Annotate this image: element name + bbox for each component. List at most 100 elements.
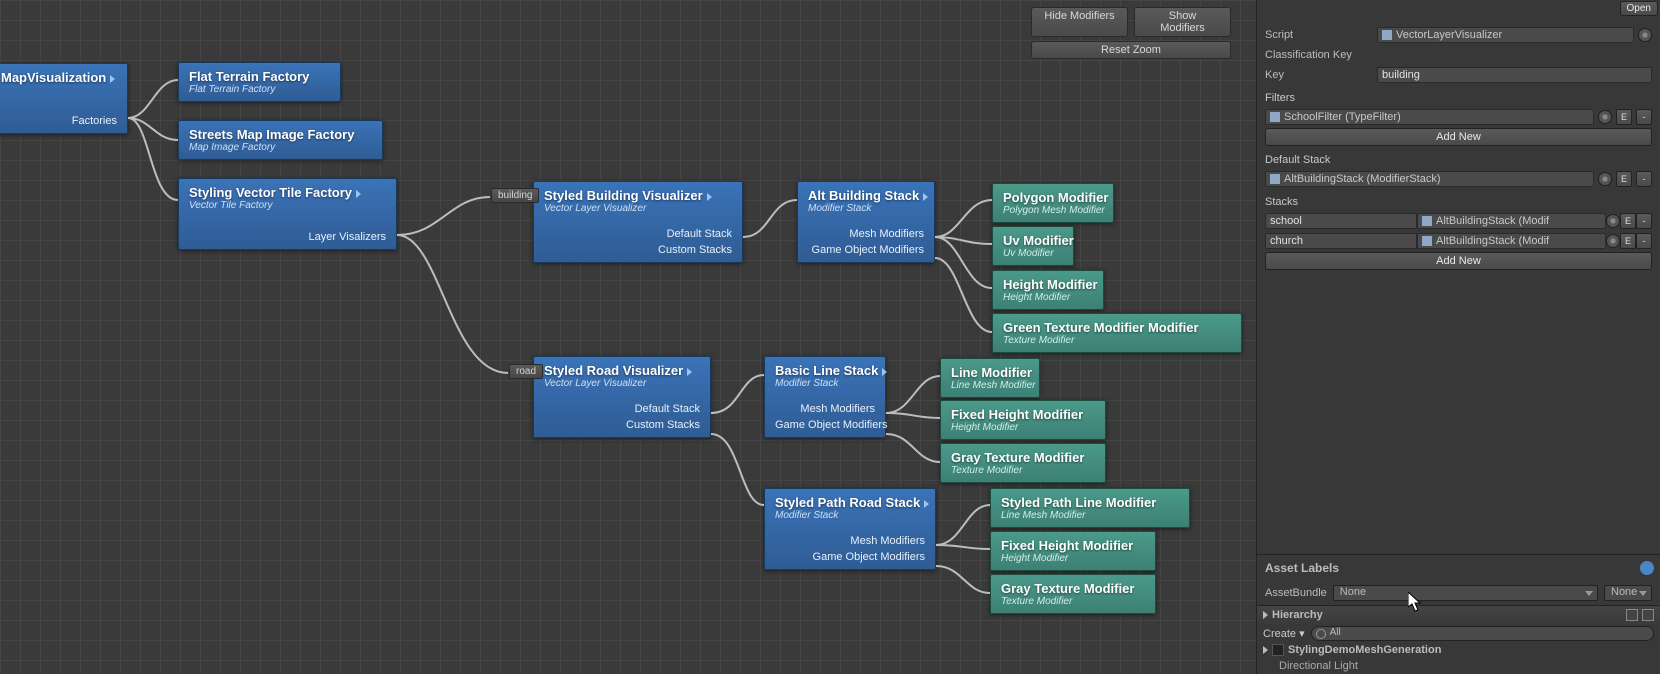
remove-button[interactable]: -	[1636, 213, 1652, 229]
panel-options-icon[interactable]	[1642, 609, 1654, 621]
stack-field-0[interactable]: AltBuildingStack (Modif	[1417, 213, 1606, 229]
object-picker-icon[interactable]	[1598, 172, 1612, 186]
node-subtitle: Vector Tile Factory	[189, 200, 386, 211]
remove-button[interactable]: -	[1636, 171, 1652, 187]
node-subtitle: Height Modifier	[1001, 553, 1145, 564]
add-new-filter-button[interactable]: Add New	[1265, 128, 1652, 146]
scene-row[interactable]: StylingDemoMeshGeneration	[1257, 642, 1660, 658]
node-title: Uv Modifier	[1003, 233, 1063, 248]
node-polygon-modifier[interactable]: Polygon Modifier Polygon Mesh Modifier	[992, 183, 1114, 223]
node-line-modifier[interactable]: Line Modifier Line Mesh Modifier	[940, 358, 1040, 398]
hierarchy-title: Hierarchy	[1272, 609, 1323, 621]
node-output-mesh-modifiers[interactable]: Mesh Modifiers	[775, 535, 925, 547]
create-dropdown[interactable]: Create ▾	[1263, 627, 1305, 640]
remove-button[interactable]: -	[1636, 109, 1652, 125]
node-styled-path-line-modifier[interactable]: Styled Path Line Modifier Line Mesh Modi…	[990, 488, 1190, 528]
object-picker-icon[interactable]	[1606, 214, 1620, 228]
node-output-custom-stacks[interactable]: Custom Stacks	[544, 419, 700, 431]
node-subtitle: Height Modifier	[1003, 292, 1093, 303]
node-title: MapVisualization	[1, 70, 106, 85]
node-title: Fixed Height Modifier	[951, 407, 1095, 422]
object-picker-icon[interactable]	[1638, 28, 1652, 42]
node-styling-vector-tile-factory[interactable]: Styling Vector Tile Factory Vector Tile …	[178, 178, 397, 250]
script-icon	[1382, 30, 1392, 40]
node-gray-texture-modifier-1[interactable]: Gray Texture Modifier Texture Modifier	[940, 443, 1106, 483]
node-title: Styled Path Road Stack	[775, 495, 920, 510]
asset-icon	[1270, 112, 1280, 122]
node-styled-path-road-stack[interactable]: Styled Path Road Stack Modifier Stack Me…	[764, 488, 936, 570]
node-subtitle: Texture Modifier	[1001, 596, 1145, 607]
node-output-factories[interactable]: Factories	[1, 115, 117, 127]
node-output-default-stack[interactable]: Default Stack	[544, 403, 700, 415]
edit-button[interactable]: E	[1620, 213, 1636, 229]
node-subtitle: Uv Modifier	[1003, 248, 1063, 259]
assetbundle-row: AssetBundle None None	[1257, 581, 1660, 605]
hierarchy-tab[interactable]: Hierarchy	[1257, 606, 1660, 624]
asset-icon	[1270, 174, 1280, 184]
node-styled-building-visualizer[interactable]: Styled Building Visualizer Vector Layer …	[533, 181, 743, 263]
search-icon	[1316, 629, 1326, 639]
node-fixed-height-modifier-1[interactable]: Fixed Height Modifier Height Modifier	[940, 400, 1106, 440]
add-new-stack-button[interactable]: Add New	[1265, 252, 1652, 270]
triangle-down-icon	[1263, 646, 1268, 654]
port-label-road: road	[509, 364, 543, 379]
assetbundle-variant-dropdown[interactable]: None	[1604, 585, 1652, 601]
chevron-right-icon	[924, 500, 929, 508]
object-picker-icon[interactable]	[1606, 234, 1620, 248]
node-output-gameobject-modifiers[interactable]: Game Object Modifiers	[775, 419, 875, 431]
node-graph-canvas[interactable]: Hide Modifiers Show Modifiers Reset Zoom	[0, 0, 1256, 674]
stack-value-0: AltBuildingStack (Modif	[1436, 215, 1549, 227]
node-output-custom-stacks[interactable]: Custom Stacks	[544, 244, 732, 256]
triangle-right-icon	[1263, 611, 1268, 619]
edit-button[interactable]: E	[1620, 233, 1636, 249]
key-input[interactable]	[1377, 67, 1652, 83]
default-stack-field[interactable]: AltBuildingStack (ModifierStack)	[1265, 171, 1594, 187]
show-modifiers-button[interactable]: Show Modifiers	[1134, 7, 1231, 37]
filter-value: SchoolFilter (TypeFilter)	[1284, 111, 1401, 123]
asset-icon	[1422, 236, 1432, 246]
node-output-gameobject-modifiers[interactable]: Game Object Modifiers	[775, 551, 925, 563]
node-output-layer-visualizers[interactable]: Layer Visalizers	[189, 231, 386, 243]
assetbundle-name-dropdown[interactable]: None	[1333, 585, 1598, 601]
node-fixed-height-modifier-2[interactable]: Fixed Height Modifier Height Modifier	[990, 531, 1156, 571]
node-title: Alt Building Stack	[808, 188, 919, 203]
node-output-gameobject-modifiers[interactable]: Game Object Modifiers	[808, 244, 924, 256]
node-styled-road-visualizer[interactable]: Styled Road Visualizer Vector Layer Visu…	[533, 356, 711, 438]
node-height-modifier[interactable]: Height Modifier Height Modifier	[992, 270, 1104, 310]
node-green-texture-modifier[interactable]: Green Texture Modifier Modifier Texture …	[992, 313, 1242, 353]
node-output-mesh-modifiers[interactable]: Mesh Modifiers	[808, 228, 924, 240]
node-uv-modifier[interactable]: Uv Modifier Uv Modifier	[992, 226, 1074, 266]
hierarchy-panel: Hierarchy Create ▾ All StylingDemoMeshGe…	[1257, 605, 1660, 674]
reset-zoom-button[interactable]: Reset Zoom	[1031, 41, 1231, 59]
node-flat-terrain-factory[interactable]: Flat Terrain Factory Flat Terrain Factor…	[178, 62, 341, 102]
tag-icon[interactable]	[1640, 561, 1654, 575]
node-output-default-stack[interactable]: Default Stack	[544, 228, 732, 240]
open-button[interactable]: Open	[1620, 1, 1658, 16]
search-placeholder: All	[1330, 627, 1341, 638]
edit-button[interactable]: E	[1616, 171, 1632, 187]
filter-field-0[interactable]: SchoolFilter (TypeFilter)	[1265, 109, 1594, 125]
chevron-right-icon	[687, 368, 692, 376]
chevron-right-icon	[356, 190, 361, 198]
stack-key-input-0[interactable]	[1265, 213, 1417, 229]
node-output-mesh-modifiers[interactable]: Mesh Modifiers	[775, 403, 875, 415]
hierarchy-item[interactable]: Directional Light	[1257, 658, 1660, 674]
node-basic-line-stack[interactable]: Basic Line Stack Modifier Stack Mesh Mod…	[764, 356, 886, 438]
object-picker-icon[interactable]	[1598, 110, 1612, 124]
edit-button[interactable]: E	[1616, 109, 1632, 125]
stack-key-input-1[interactable]	[1265, 233, 1417, 249]
hide-modifiers-button[interactable]: Hide Modifiers	[1031, 7, 1128, 37]
stack-field-1[interactable]: AltBuildingStack (Modif	[1417, 233, 1606, 249]
node-gray-texture-modifier-2[interactable]: Gray Texture Modifier Texture Modifier	[990, 574, 1156, 614]
remove-button[interactable]: -	[1636, 233, 1652, 249]
script-field[interactable]: VectorLayerVisualizer	[1377, 27, 1634, 43]
hierarchy-search-input[interactable]: All	[1311, 626, 1654, 641]
node-map-visualization[interactable]: MapVisualization Factories	[0, 63, 128, 134]
node-streets-map-image-factory[interactable]: Streets Map Image Factory Map Image Fact…	[178, 120, 383, 160]
node-alt-building-stack[interactable]: Alt Building Stack Modifier Stack Mesh M…	[797, 181, 935, 263]
node-subtitle: Vector Layer Visualizer	[544, 203, 732, 214]
default-stack-heading: Default Stack	[1265, 154, 1652, 166]
lock-icon[interactable]	[1626, 609, 1638, 621]
node-subtitle: Texture Modifier	[1003, 335, 1231, 346]
key-label: Key	[1265, 69, 1377, 81]
